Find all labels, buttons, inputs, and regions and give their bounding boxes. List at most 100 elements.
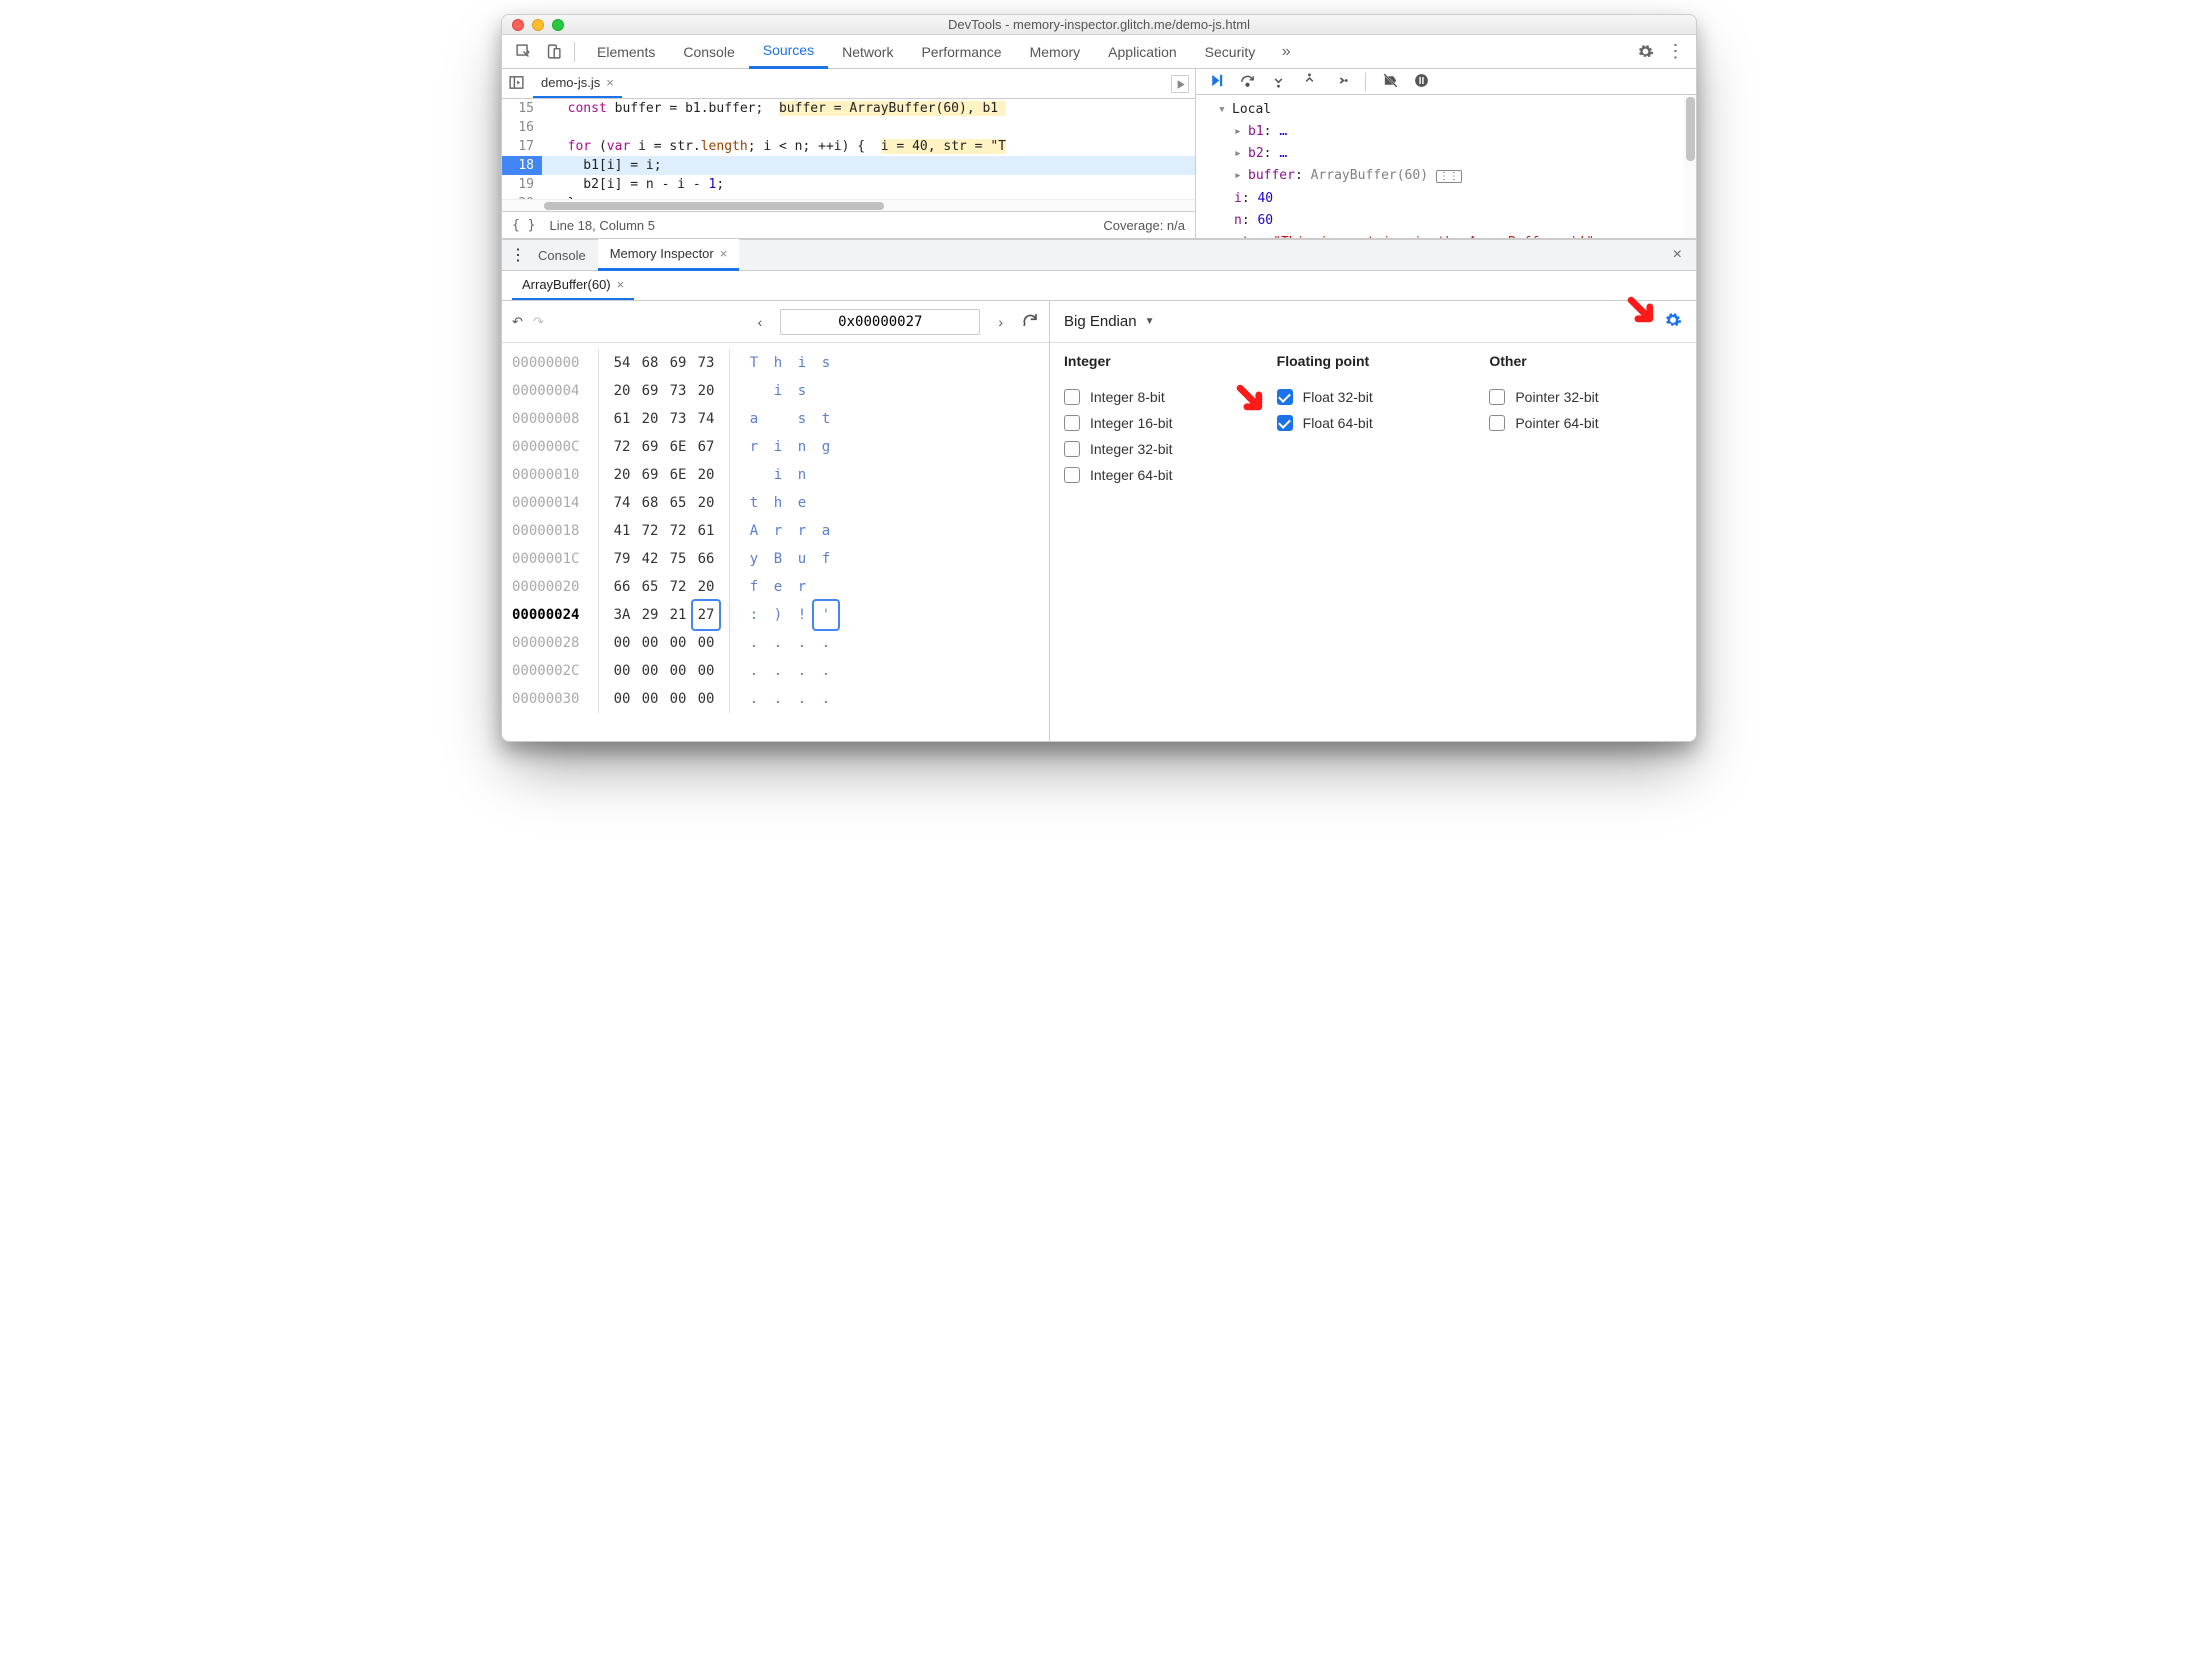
divider (574, 42, 575, 62)
checkbox-icon[interactable] (1064, 467, 1080, 483)
scope-variable[interactable]: n: 60 (1204, 210, 1696, 232)
navigator-toggle-icon[interactable] (508, 74, 525, 94)
checkbox-icon[interactable] (1489, 389, 1505, 405)
value-type-checkbox[interactable]: Pointer 64-bit (1489, 415, 1682, 431)
checkbox-icon[interactable] (1064, 415, 1080, 431)
value-type-settings-icon[interactable] (1664, 311, 1682, 332)
scope-variable[interactable]: buffer: ArrayBuffer(60) ⋮⋮ (1204, 165, 1696, 188)
hex-row[interactable]: 000000243A292127:)!' (512, 601, 1039, 629)
horizontal-scrollbar[interactable] (502, 199, 1195, 211)
checkbox-icon[interactable] (1277, 389, 1293, 405)
scope-pane[interactable]: Local b1: …b2: …buffer: ArrayBuffer(60) … (1196, 95, 1696, 238)
mi-value-toolbar: Big Endian ▼ (1050, 301, 1696, 343)
checkbox-label: Integer 64-bit (1090, 467, 1173, 483)
resume-icon[interactable] (1208, 72, 1225, 92)
hex-row[interactable]: 0000002C00000000.... (512, 657, 1039, 685)
prev-page-icon[interactable]: ‹ (750, 314, 771, 330)
hex-row[interactable]: 0000000054686973This (512, 349, 1039, 377)
value-type-checkbox[interactable]: Integer 8-bit (1064, 389, 1257, 405)
refresh-icon[interactable] (1021, 311, 1039, 332)
hex-row[interactable]: 0000002066657220fer (512, 573, 1039, 601)
minimize-window-icon[interactable] (532, 19, 544, 31)
hex-row[interactable]: 0000001474686520the (512, 489, 1039, 517)
undo-icon[interactable]: ↶ (512, 314, 523, 330)
hex-row[interactable]: 0000001841727261Arra (512, 517, 1039, 545)
redo-icon[interactable]: ↷ (533, 314, 544, 330)
inspect-element-icon[interactable] (510, 39, 536, 65)
window-titlebar: DevTools - memory-inspector.glitch.me/de… (502, 15, 1696, 35)
settings-gear-icon[interactable] (1632, 39, 1658, 65)
close-drawer-icon[interactable]: × (1667, 246, 1688, 264)
code-line[interactable]: 16 (502, 118, 1195, 137)
value-type-checkbox[interactable]: Float 64-bit (1277, 415, 1470, 431)
checkbox-icon[interactable] (1277, 415, 1293, 431)
devtools-tab-performance[interactable]: Performance (907, 35, 1015, 69)
devtools-tab-security[interactable]: Security (1191, 35, 1270, 69)
value-type-checkbox[interactable]: Integer 64-bit (1064, 467, 1257, 483)
deactivate-breakpoints-icon[interactable] (1382, 72, 1399, 92)
window-title: DevTools - memory-inspector.glitch.me/de… (502, 17, 1696, 32)
scope-variable[interactable]: i: 40 (1204, 188, 1696, 210)
memory-inspector-tabs: ArrayBuffer(60) × (502, 271, 1696, 301)
hex-viewer[interactable]: 0000000054686973This0000000420697320 is … (502, 343, 1049, 741)
devtools-tab-memory[interactable]: Memory (1016, 35, 1095, 69)
divider (1365, 73, 1366, 91)
checkbox-icon[interactable] (1489, 415, 1505, 431)
mi-tab-arraybuffer[interactable]: ArrayBuffer(60) × (512, 271, 634, 300)
hex-row[interactable]: 0000003000000000.... (512, 685, 1039, 713)
device-toggle-icon[interactable] (540, 39, 566, 65)
pause-on-exceptions-icon[interactable] (1413, 72, 1430, 92)
debugger-pane: Local b1: …b2: …buffer: ArrayBuffer(60) … (1196, 69, 1696, 238)
step-into-icon[interactable] (1270, 72, 1287, 92)
vertical-scrollbar[interactable] (1684, 95, 1696, 238)
value-type-checkbox[interactable]: Integer 16-bit (1064, 415, 1257, 431)
devtools-tab-sources[interactable]: Sources (749, 35, 828, 69)
vt-float-column: Floating point Float 32-bitFloat 64-bit (1277, 353, 1470, 483)
zoom-window-icon[interactable] (552, 19, 564, 31)
checkbox-label: Integer 16-bit (1090, 415, 1173, 431)
drawer-kebab-icon[interactable]: ⋮ (510, 245, 526, 265)
run-icon[interactable] (1171, 75, 1189, 93)
devtools-tab-network[interactable]: Network (828, 35, 907, 69)
devtools-tab-application[interactable]: Application (1094, 35, 1191, 69)
code-editor[interactable]: 15 const buffer = b1.buffer; buffer = Ar… (502, 99, 1195, 199)
step-icon[interactable] (1332, 72, 1349, 92)
code-line[interactable]: 15 const buffer = b1.buffer; buffer = Ar… (502, 99, 1195, 118)
checkbox-icon[interactable] (1064, 441, 1080, 457)
close-icon[interactable]: × (606, 75, 614, 90)
next-page-icon[interactable]: › (990, 314, 1011, 330)
more-tabs-icon[interactable]: » (1273, 39, 1299, 65)
value-type-checkbox[interactable]: Integer 32-bit (1064, 441, 1257, 457)
checkbox-icon[interactable] (1064, 389, 1080, 405)
close-icon[interactable]: × (617, 277, 625, 292)
scope-variable[interactable]: b1: … (1204, 121, 1696, 143)
code-line[interactable]: 19 b2[i] = n - i - 1; (502, 175, 1195, 194)
scope-variable[interactable]: b2: … (1204, 143, 1696, 165)
kebab-menu-icon[interactable]: ⋮ (1662, 39, 1688, 65)
code-line[interactable]: 17 for (var i = str.length; i < n; ++i) … (502, 137, 1195, 156)
scope-variable[interactable]: str: "This is a string in the ArrayBuffe… (1204, 232, 1696, 238)
value-type-checkbox[interactable]: Pointer 32-bit (1489, 389, 1682, 405)
scope-local-header[interactable]: Local (1204, 99, 1696, 121)
editor-statusbar: { } Line 18, Column 5 Coverage: n/a (502, 211, 1195, 238)
hex-row[interactable]: 0000000861207374a st (512, 405, 1039, 433)
hex-row[interactable]: 0000001020696E20 in (512, 461, 1039, 489)
drawer-tab-memory-inspector[interactable]: Memory Inspector× (598, 239, 740, 271)
step-over-icon[interactable] (1239, 72, 1256, 92)
close-window-icon[interactable] (512, 19, 524, 31)
hex-row[interactable]: 0000001C79427566yBuf (512, 545, 1039, 573)
value-type-checkbox[interactable]: Float 32-bit (1277, 389, 1470, 405)
address-input[interactable] (780, 309, 980, 335)
hex-row[interactable]: 0000000C72696E67ring (512, 433, 1039, 461)
hex-row[interactable]: 0000000420697320 is (512, 377, 1039, 405)
devtools-tab-elements[interactable]: Elements (583, 35, 669, 69)
drawer-tab-console[interactable]: Console (526, 239, 598, 271)
file-tab-demo-js[interactable]: demo-js.js × (533, 69, 622, 98)
step-out-icon[interactable] (1301, 72, 1318, 92)
pretty-print-icon[interactable]: { } (512, 218, 535, 233)
hex-row[interactable]: 0000002800000000.... (512, 629, 1039, 657)
code-line[interactable]: 18 b1[i] = i; (502, 156, 1195, 175)
vt-integer-header: Integer (1064, 353, 1257, 369)
endianness-dropdown[interactable]: Big Endian ▼ (1064, 313, 1154, 330)
devtools-tab-console[interactable]: Console (669, 35, 748, 69)
